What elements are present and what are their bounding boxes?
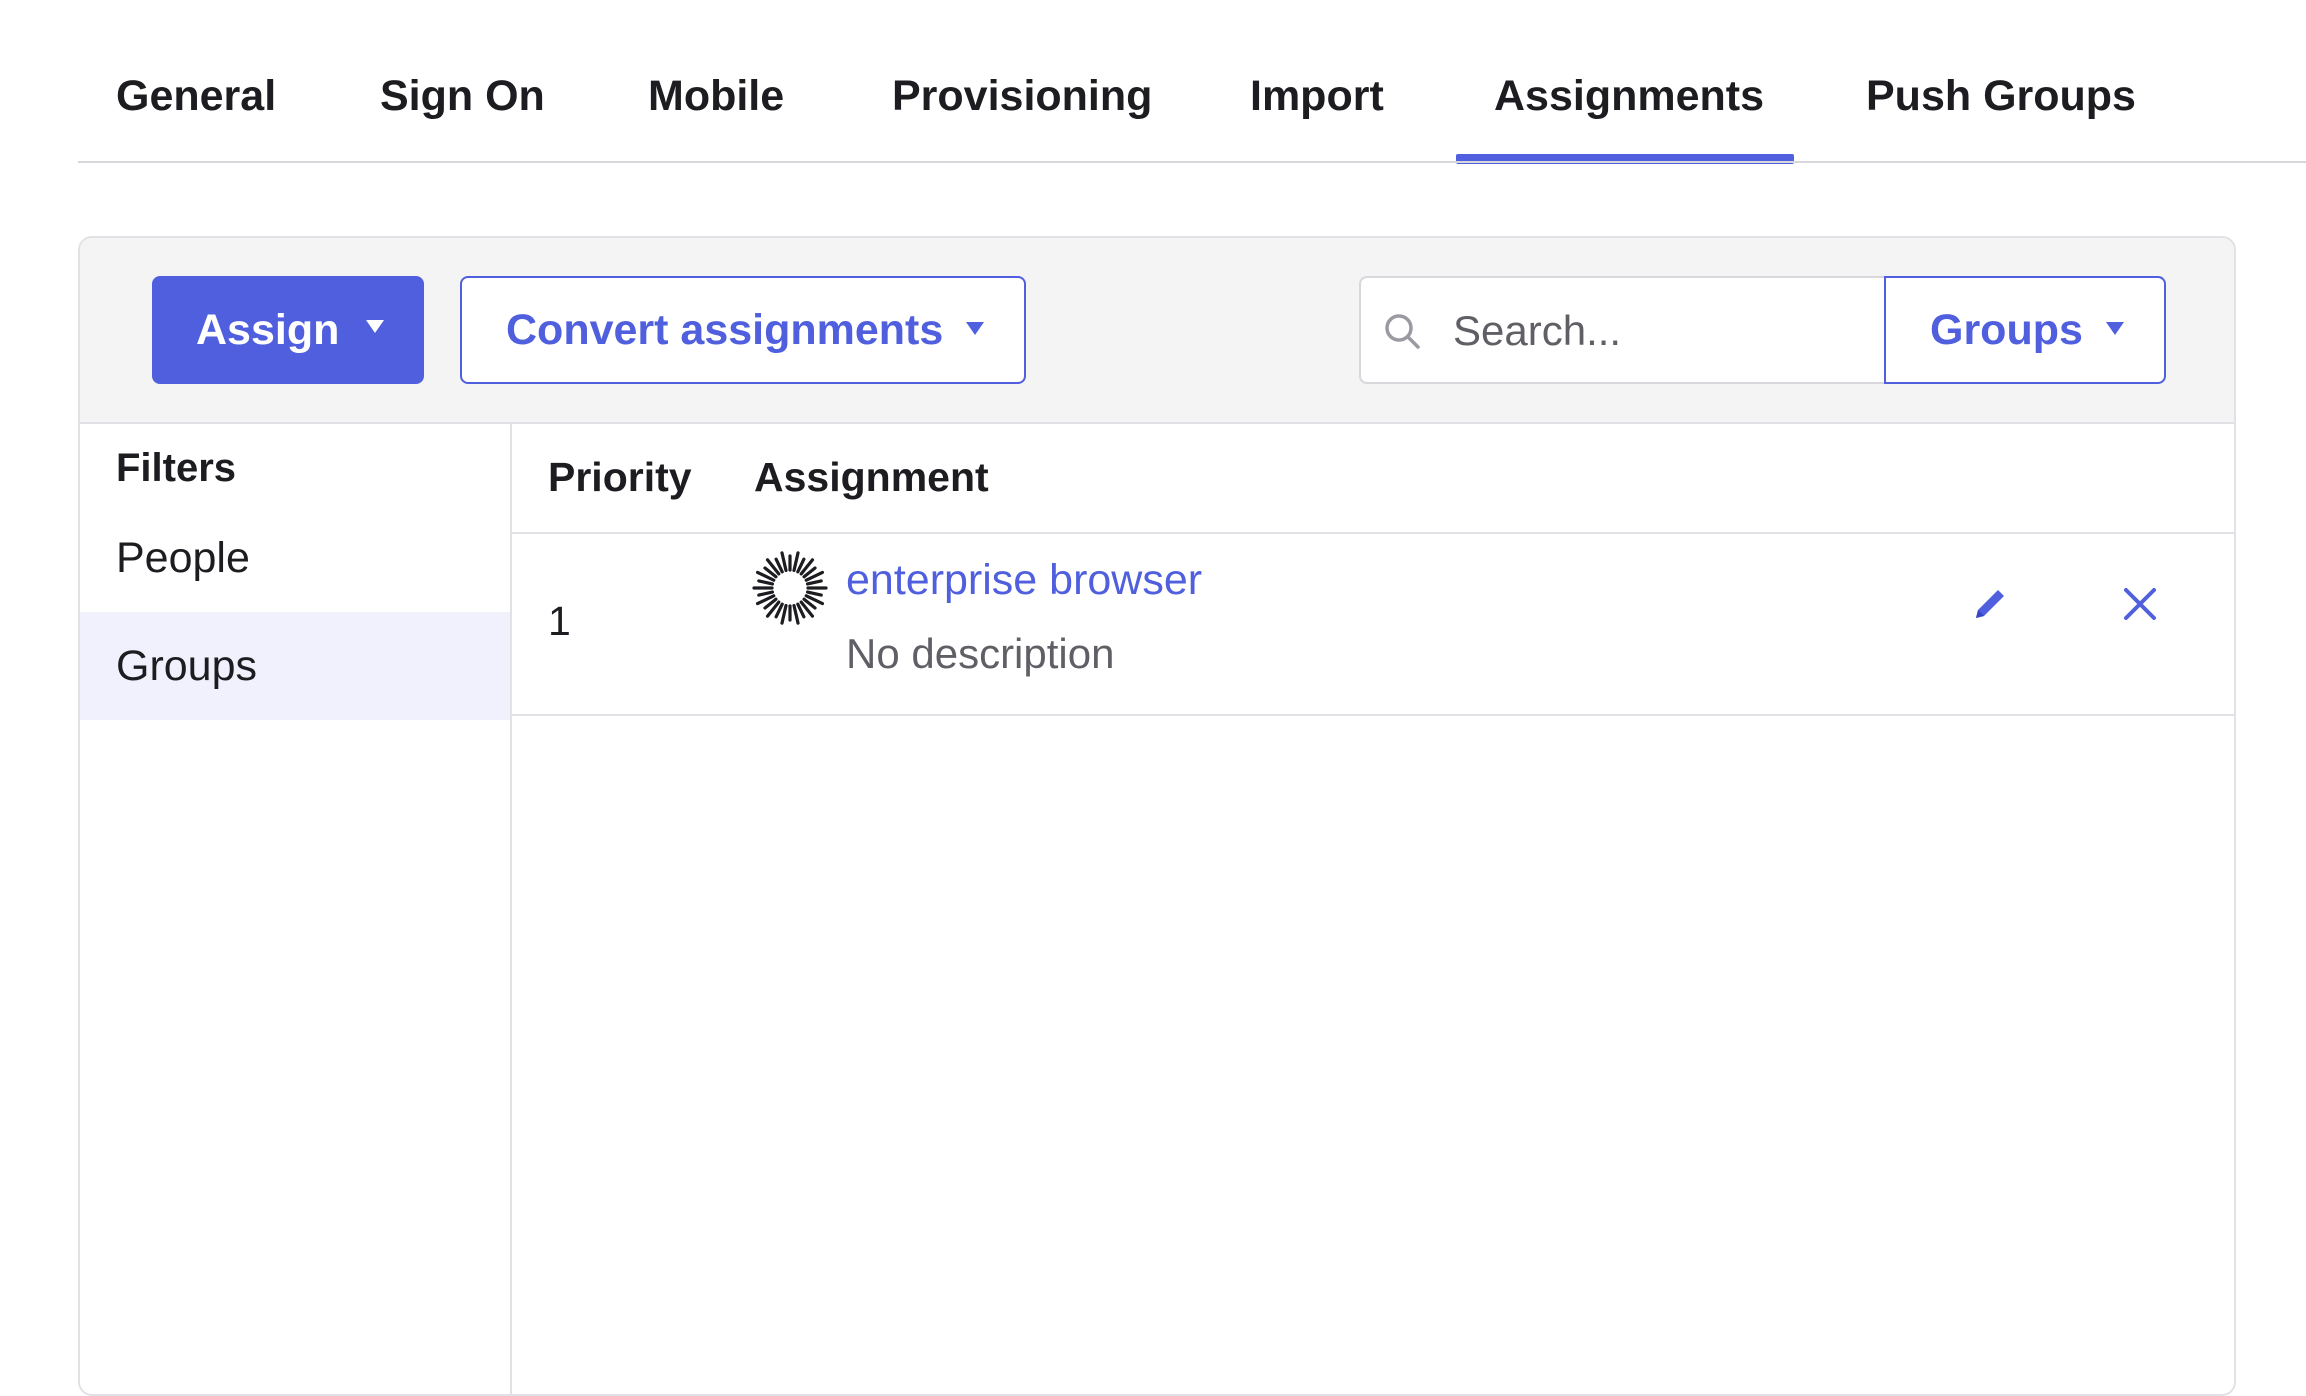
filter-people-label: People — [116, 533, 250, 582]
convert-assignments-button[interactable]: Convert assignments — [460, 276, 1026, 384]
tab-import[interactable]: Import — [1250, 72, 1384, 121]
tab-mobile[interactable]: Mobile — [648, 72, 784, 121]
priority-cell: 1 — [548, 598, 571, 644]
tab-bar-divider — [78, 161, 2306, 163]
close-icon[interactable] — [2120, 584, 2160, 624]
convert-assignments-label: Convert assignments — [506, 305, 944, 354]
assignment-description: No description — [846, 630, 1115, 677]
assignments-panel: Assign Convert assignments Groups Filter… — [78, 236, 2236, 1396]
caret-down-icon — [2106, 322, 2124, 335]
search-icon — [1385, 314, 1420, 349]
tab-push-groups[interactable]: Push Groups — [1866, 72, 2136, 121]
search-scope-dropdown[interactable]: Groups — [1884, 276, 2166, 384]
search-scope-label: Groups — [1930, 305, 2083, 354]
filter-groups[interactable]: Groups — [80, 612, 510, 720]
tab-general[interactable]: General — [116, 72, 276, 121]
assignment-name-link[interactable]: enterprise browser — [846, 556, 1202, 605]
assign-button-label: Assign — [196, 305, 340, 354]
assignments-table: Priority Assignment 1 enterprise browser… — [512, 424, 2234, 1394]
group-sunburst-icon — [752, 551, 828, 625]
filters-title: Filters — [116, 446, 237, 490]
filter-people[interactable]: People — [80, 504, 510, 612]
filter-groups-label: Groups — [116, 641, 258, 690]
table-row: 1 enterprise browser No description — [512, 534, 2234, 716]
table-header: Priority Assignment — [512, 424, 2234, 534]
column-header-priority[interactable]: Priority — [548, 454, 692, 501]
assign-button[interactable]: Assign — [152, 276, 424, 384]
caret-down-icon — [966, 322, 984, 335]
search-input[interactable] — [1451, 280, 1875, 382]
tab-sign-on[interactable]: Sign On — [380, 72, 545, 121]
caret-down-icon — [366, 320, 384, 333]
tab-provisioning[interactable]: Provisioning — [892, 72, 1152, 121]
filters-sidebar: Filters People Groups — [80, 424, 512, 1394]
column-header-assignment[interactable]: Assignment — [754, 454, 989, 501]
assignments-toolbar: Assign Convert assignments Groups — [80, 238, 2234, 424]
search-box — [1359, 276, 1887, 384]
tab-assignments[interactable]: Assignments — [1494, 72, 1764, 121]
pencil-icon[interactable] — [1964, 578, 2016, 630]
